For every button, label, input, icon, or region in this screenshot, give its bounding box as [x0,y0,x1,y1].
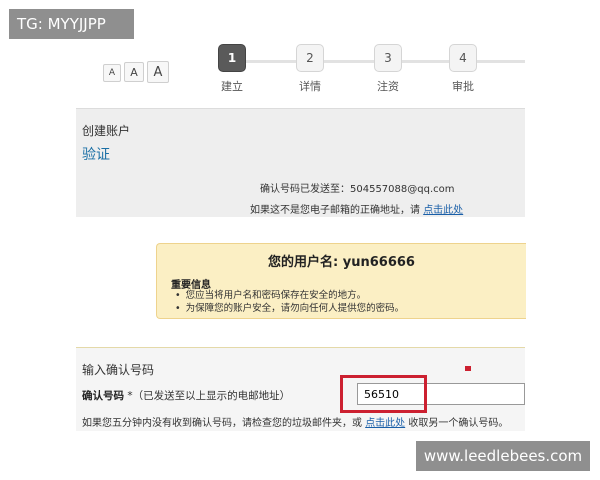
username-line: 您的用户名: yun66666 [157,251,526,270]
confirm-code-panel: 输入确认号码 确认号码 *（已发送至以上显示的电邮地址） 如果您五分钟内没有收到… [76,347,525,431]
red-marker [465,366,471,371]
email-address: 504557088@qq.com [350,184,455,195]
step-label: 审批 [452,80,474,93]
info-item: 为保障您的账户安全，请勿向任何人提供您的密码。 [175,302,405,315]
sent-label: 确认号码已发送至： [260,184,350,195]
verify-heading: 验证 [82,147,110,163]
resend-help-line: 如果您五分钟内没有收到确认号码，请检查您的垃圾邮件夹，或 点击此处 收取另一个确… [82,414,508,429]
font-size-medium-button[interactable]: A [124,62,144,82]
username-value: yun66666 [342,255,415,270]
confirm-code-label-text: 确认号码 [82,390,124,402]
create-account-title: 创建账户 [82,124,131,138]
step-label: 注资 [377,80,399,93]
create-account-panel: 创建账户 验证 确认号码已发送至：504557088@qq.com 如果这不是您… [76,108,525,217]
step-4: 4 审批 [441,44,485,94]
step-number: 2 [296,44,324,72]
font-size-small-button[interactable]: A [103,64,121,82]
confirm-code-label: 确认号码 *（已发送至以上显示的电邮地址） [82,388,290,403]
change-email-link[interactable]: 点击此处 [423,205,463,216]
step-label: 详情 [299,80,321,93]
step-2: 2 详情 [288,44,332,94]
resend-help-text: 如果您五分钟内没有收到确认号码，请检查您的垃圾邮件夹，或 [82,418,366,429]
important-info-list: 您应当将用户名和密码保存在安全的地方。 为保障您的账户安全，请勿向任何人提供您的… [175,289,405,315]
step-1: 1 建立 [210,44,254,94]
font-size-controls: A A A [103,61,169,83]
watermark-top: TG: MYYJJPP [9,9,134,39]
info-item: 您应当将用户名和密码保存在安全的地方。 [175,289,404,302]
watermark-bottom: www.leedlebees.com [416,441,590,471]
username-info-box: 您的用户名: yun66666 重要信息 您应当将用户名和密码保存在安全的地方。… [156,243,526,319]
resend-help-suffix: 收取另一个确认号码。 [405,418,509,429]
step-3: 3 注资 [366,44,410,94]
step-number: 1 [218,44,246,72]
wrong-email-line: 如果这不是您电子邮箱的正确地址，请 点击此处 [250,201,463,216]
step-number: 4 [449,44,477,72]
step-number: 3 [374,44,402,72]
confirm-code-title: 输入确认号码 [82,363,155,377]
wrong-email-text: 如果这不是您电子邮箱的正确地址，请 [250,205,424,216]
resend-code-link[interactable]: 点击此处 [365,418,405,429]
sent-to-line: 确认号码已发送至：504557088@qq.com [260,180,455,195]
confirm-code-hint: *（已发送至以上显示的电邮地址） [124,390,291,402]
progress-steps: 1 建立 2 详情 3 注资 4 审批 [210,44,525,94]
step-label: 建立 [221,80,243,93]
username-label: 您的用户名: [268,255,343,270]
font-size-large-button[interactable]: A [147,61,169,83]
confirm-code-input[interactable] [357,383,525,405]
